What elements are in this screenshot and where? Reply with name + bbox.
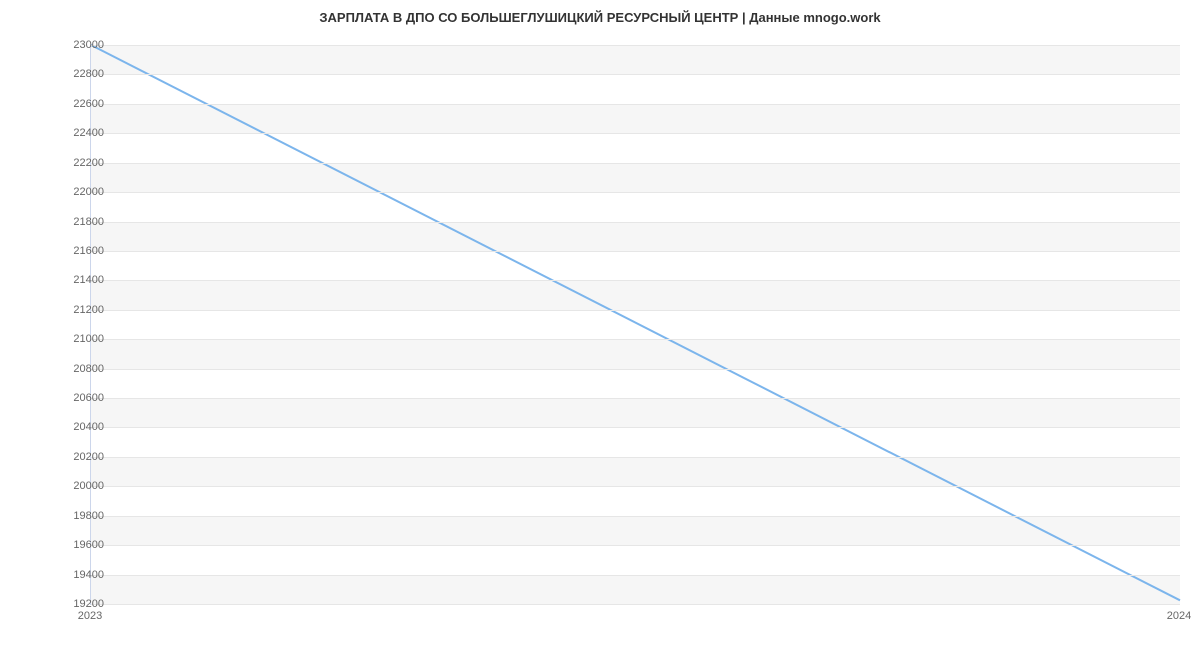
y-tick-label: 20600	[24, 392, 104, 404]
y-tick-label: 20800	[24, 363, 104, 375]
y-tick-label: 19400	[24, 569, 104, 581]
gridline	[91, 545, 1180, 546]
y-tick-label: 21400	[24, 274, 104, 286]
plot-area	[90, 45, 1180, 605]
gridline	[91, 427, 1180, 428]
gridline	[91, 310, 1180, 311]
y-tick-label: 22400	[24, 127, 104, 139]
gridline	[91, 575, 1180, 576]
y-tick-label: 21800	[24, 216, 104, 228]
y-tick-label: 22200	[24, 157, 104, 169]
gridline	[91, 398, 1180, 399]
gridline	[91, 369, 1180, 370]
y-tick-label: 20000	[24, 480, 104, 492]
gridline	[91, 222, 1180, 223]
y-tick-label: 22600	[24, 98, 104, 110]
y-tick-label: 21000	[24, 333, 104, 345]
data-line	[91, 45, 1180, 600]
y-tick-label: 20400	[24, 421, 104, 433]
gridline	[91, 133, 1180, 134]
gridline	[91, 45, 1180, 46]
gridline	[91, 516, 1180, 517]
y-tick-label: 23000	[24, 39, 104, 51]
y-tick-label: 21600	[24, 245, 104, 257]
gridline	[91, 486, 1180, 487]
y-tick-label: 21200	[24, 304, 104, 316]
gridline	[91, 192, 1180, 193]
gridline	[91, 280, 1180, 281]
y-tick-label: 19200	[24, 598, 104, 610]
gridline	[91, 104, 1180, 105]
gridline	[91, 74, 1180, 75]
gridline	[91, 251, 1180, 252]
x-tick-label: 2023	[78, 610, 102, 622]
gridline	[91, 163, 1180, 164]
y-tick-label: 19800	[24, 510, 104, 522]
x-tick-label: 2024	[1167, 610, 1191, 622]
y-tick-label: 22800	[24, 68, 104, 80]
gridline	[91, 457, 1180, 458]
chart-container: ЗАРПЛАТА В ДПО СО БОЛЬШЕГЛУШИЦКИЙ РЕСУРС…	[0, 0, 1200, 650]
line-series	[91, 45, 1180, 604]
chart-title: ЗАРПЛАТА В ДПО СО БОЛЬШЕГЛУШИЦКИЙ РЕСУРС…	[0, 10, 1200, 25]
y-tick-label: 22000	[24, 186, 104, 198]
y-tick-label: 20200	[24, 451, 104, 463]
gridline	[91, 339, 1180, 340]
y-tick-label: 19600	[24, 539, 104, 551]
gridline	[91, 604, 1180, 605]
